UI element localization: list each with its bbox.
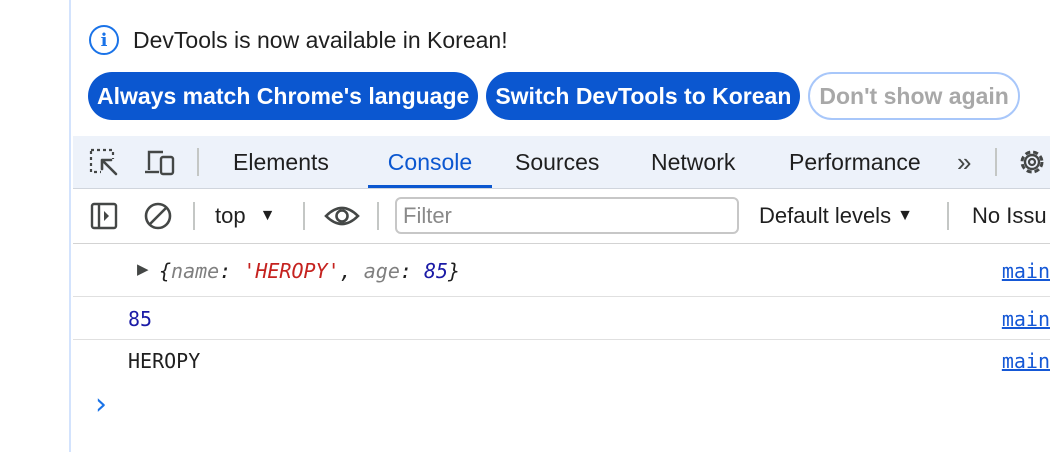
settings-gear-icon[interactable] — [1015, 146, 1049, 178]
tab-elements-label: Elements — [233, 148, 329, 175]
main-tab-bar: Elements Console Sources Network Perform… — [73, 136, 1050, 189]
tab-performance-label: Performance — [789, 148, 921, 175]
console-prompt-row[interactable]: › — [73, 384, 1050, 428]
toolbar-separator — [197, 148, 199, 176]
expand-triangle-icon[interactable]: ▶ — [137, 260, 149, 278]
tab-performance[interactable]: Performance — [789, 136, 921, 188]
more-tabs-icon[interactable]: » — [957, 136, 971, 188]
inspect-element-icon[interactable] — [87, 146, 121, 178]
issues-counter[interactable]: No Issu — [972, 189, 1047, 243]
context-selector[interactable]: top ▼ — [215, 189, 275, 243]
console-message-object: ▶ {name: 'HEROPY', age: 85} main — [73, 244, 1050, 297]
always-match-language-button[interactable]: Always match Chrome's language — [88, 72, 479, 120]
tab-console-label: Console — [387, 148, 473, 175]
log-levels-dropdown[interactable]: Default levels ▼ — [759, 189, 913, 243]
clear-console-icon[interactable] — [141, 200, 175, 232]
toolbar-separator-4 — [303, 202, 305, 230]
issues-label: No Issu — [972, 203, 1047, 228]
source-link[interactable]: main — [1002, 259, 1050, 283]
colon: : — [399, 259, 424, 283]
log-levels-label: Default levels — [759, 203, 892, 228]
colon: : — [219, 259, 244, 283]
object-value-string: 'HEROPY' — [243, 259, 340, 283]
left-gutter — [0, 0, 71, 452]
object-key-age: age — [363, 259, 400, 283]
devtools-panel: i DevTools is now available in Korean! A… — [73, 0, 1050, 452]
brace-open: { — [159, 259, 172, 283]
object-value-number: 85 — [423, 259, 449, 283]
tab-sources[interactable]: Sources — [515, 136, 599, 188]
prompt-chevron-icon: › — [95, 387, 107, 422]
filter-placeholder: Filter — [403, 202, 452, 228]
language-infobar: i DevTools is now available in Korean! A… — [73, 0, 1050, 136]
infobar-message: DevTools is now available in Korean! — [133, 26, 508, 53]
console-message-number: 85 main — [73, 297, 1050, 340]
chevron-down-icon: ▼ — [897, 207, 913, 224]
source-link[interactable]: main — [1002, 349, 1050, 373]
toolbar-separator-3 — [193, 202, 195, 230]
info-icon: i — [89, 25, 119, 55]
tab-network[interactable]: Network — [651, 136, 735, 188]
comma: , — [339, 259, 364, 283]
toolbar-separator-5 — [377, 202, 379, 230]
toolbar-separator-2 — [995, 148, 997, 176]
context-selector-label: top — [215, 203, 246, 228]
tab-sources-label: Sources — [515, 148, 600, 175]
live-expression-eye-icon[interactable] — [323, 200, 361, 232]
log-number-value: 85 — [128, 307, 153, 331]
console-toolbar: top ▼ Filter Default levels ▼ No Issu — [73, 189, 1050, 244]
more-tabs-label: » — [957, 146, 972, 177]
tab-console[interactable]: Console — [368, 136, 492, 188]
dont-show-again-button[interactable]: Don't show again — [808, 72, 1020, 120]
toolbar-separator-6 — [947, 202, 949, 230]
source-link[interactable]: main — [1002, 307, 1050, 331]
tab-network-label: Network — [651, 148, 736, 175]
switch-to-korean-button[interactable]: Switch DevTools to Korean — [486, 72, 801, 120]
console-message-string: HEROPY main — [73, 340, 1050, 382]
chevron-down-icon: ▼ — [259, 207, 276, 224]
log-string-value: HEROPY — [128, 349, 201, 373]
tab-elements[interactable]: Elements — [233, 136, 329, 188]
sidebar-toggle-icon[interactable] — [87, 200, 121, 232]
object-key-name: name — [171, 259, 220, 283]
active-tab-indicator — [368, 185, 492, 188]
infobar-buttons: Always match Chrome's language Switch De… — [88, 72, 1020, 120]
infobar-message-row: i DevTools is now available in Korean! — [89, 22, 508, 58]
brace-close: } — [448, 259, 461, 283]
device-toolbar-icon[interactable] — [143, 146, 177, 178]
filter-input[interactable]: Filter — [395, 197, 739, 234]
object-preview[interactable]: {name: 'HEROPY', age: 85} — [159, 259, 460, 283]
